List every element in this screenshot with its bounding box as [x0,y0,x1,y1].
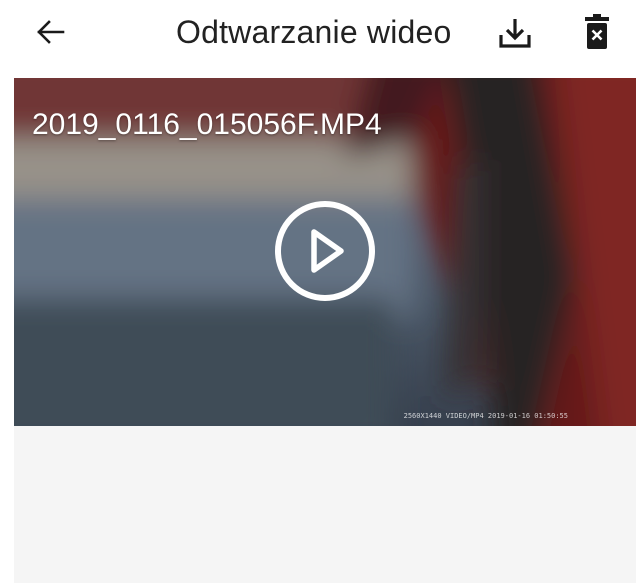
delete-button[interactable] [572,6,622,58]
video-player[interactable]: 2019_0116_015056F.MP4 2560X1440 VIDEO/MP… [14,78,636,426]
download-button[interactable] [490,8,540,58]
arrow-left-icon [37,20,65,44]
page-title: Odtwarzanie wideo [176,14,452,50]
video-osd-overlay: 2560X1440 VIDEO/MP4 2019-01-16 01:50:55 [403,412,568,420]
app-header: Odtwarzanie wideo [0,0,641,68]
play-circle-icon [275,201,375,301]
trash-icon [585,14,609,49]
back-button[interactable] [22,8,78,56]
play-button[interactable] [273,199,377,303]
download-icon [499,19,531,48]
content-area [14,426,636,583]
video-filename: 2019_0116_015056F.MP4 [32,108,382,141]
